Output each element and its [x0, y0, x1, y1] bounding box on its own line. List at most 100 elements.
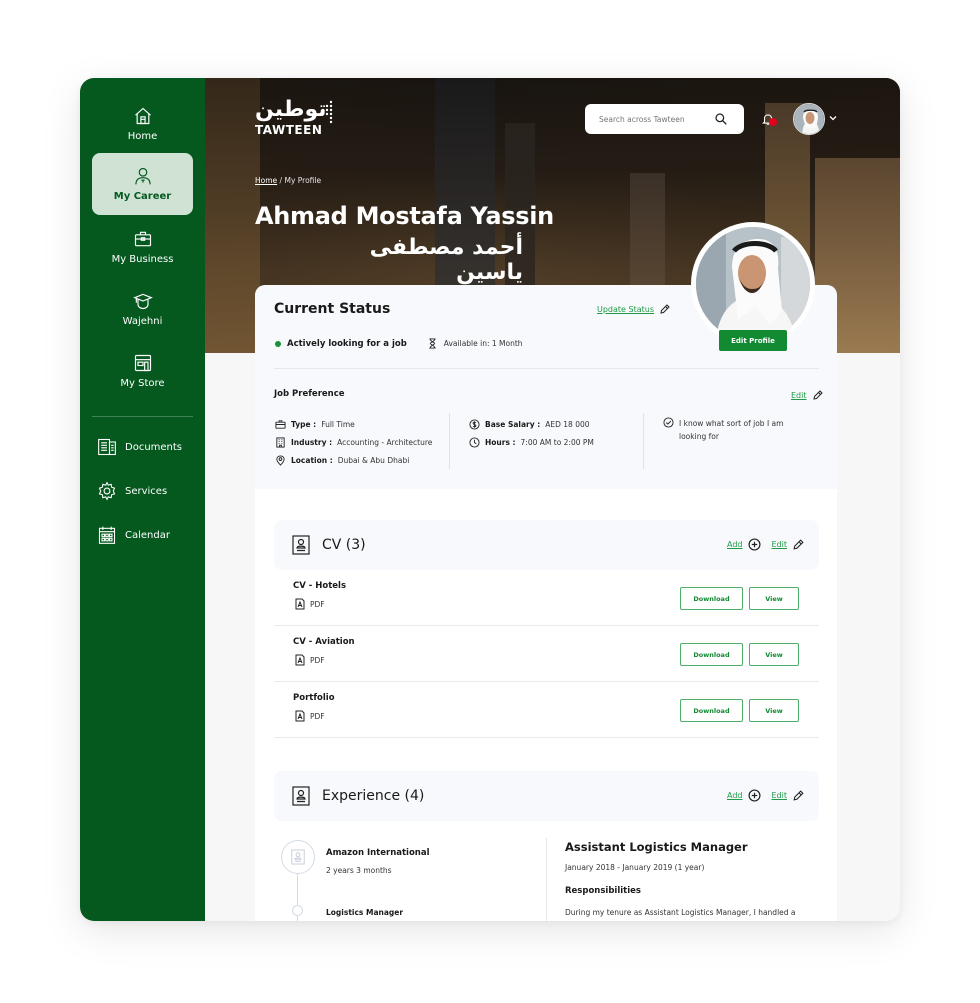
breadcrumb: Home / My Profile — [255, 176, 321, 185]
sidebar-item-label: Services — [125, 485, 168, 497]
industry-value: Accounting - Architecture — [337, 437, 433, 447]
cv-document-icon — [292, 535, 310, 555]
salary-row: Base Salary : AED 18 000 — [469, 415, 594, 433]
sidebar-item-label: My Career — [113, 191, 172, 202]
pencil-icon[interactable] — [812, 389, 824, 401]
edit-profile-button[interactable]: Edit Profile — [719, 330, 787, 351]
update-status-link[interactable]: Update Status — [597, 305, 654, 314]
logo-english: TAWTEEN — [255, 123, 323, 137]
tawteen-logo[interactable]: توطين TAWTEEN — [255, 97, 333, 137]
logo-arabic: توطين — [255, 97, 327, 122]
briefcase-icon — [275, 419, 286, 429]
search-input[interactable] — [599, 114, 714, 124]
chevron-down-icon[interactable] — [828, 113, 838, 123]
search-icon[interactable] — [714, 112, 728, 126]
user-avatar[interactable] — [793, 103, 825, 135]
pencil-icon[interactable] — [792, 789, 805, 802]
download-button[interactable]: Download — [680, 587, 743, 610]
knows-job-row: I know what sort of job I am looking for — [663, 417, 803, 443]
type-label: Type : — [291, 419, 317, 429]
breadcrumb-separator: / — [279, 176, 283, 185]
sidebar-item-label: Calendar — [125, 529, 170, 541]
avatar-photo — [794, 104, 824, 134]
profile-photo-image — [696, 227, 810, 341]
location-value: Dubai & Abu Dhabi — [337, 455, 410, 465]
store-icon — [134, 354, 151, 372]
plus-circle-icon[interactable] — [747, 538, 761, 551]
home-icon — [134, 107, 151, 125]
documents-icon — [98, 438, 116, 456]
sidebar-item-services[interactable]: Services — [97, 480, 167, 502]
salary-value: AED 18 000 — [545, 419, 590, 429]
sidebar-item-label: Home — [127, 131, 158, 142]
cv-file-type: PDF — [295, 654, 325, 666]
sidebar-item-calendar[interactable]: Calendar — [97, 524, 170, 546]
notification-button[interactable] — [761, 111, 777, 127]
job-preference-edit-link[interactable]: Edit — [791, 391, 807, 400]
cv-add-link[interactable]: Add — [727, 540, 743, 549]
hours-value: 7:00 AM to 2:00 PM — [520, 437, 594, 447]
graduation-cap-icon — [132, 293, 153, 310]
cv-list-item: Portfolio PDF Download View — [274, 682, 819, 738]
job-preference-column-1: Type : Full Time Industry : Accounting -… — [275, 415, 432, 469]
cv-file-type-label: PDF — [310, 599, 325, 609]
sidebar-item-label: Wajehni — [122, 316, 163, 327]
sidebar-item-home[interactable]: Home — [92, 93, 193, 155]
cv-name: CV - Hotels — [293, 581, 347, 591]
experience-edit-link[interactable]: Edit — [772, 791, 788, 800]
cv-file-type: PDF — [295, 598, 325, 610]
sidebar-item-label: My Business — [111, 254, 174, 265]
cv-list-item: CV - Aviation PDF Download View — [274, 626, 819, 682]
search-bar[interactable] — [585, 104, 744, 134]
industry-row: Industry : Accounting - Architecture — [275, 433, 432, 451]
type-value: Full Time — [321, 419, 355, 429]
breadcrumb-home-link[interactable]: Home — [255, 176, 277, 185]
type-row: Type : Full Time — [275, 415, 432, 433]
sidebar-item-my-career[interactable]: My Career — [92, 153, 193, 215]
pdf-icon — [295, 598, 305, 610]
status-row: Actively looking for a job Available in:… — [275, 338, 523, 349]
location-label: Location : — [291, 455, 333, 465]
hours-label: Hours : — [485, 437, 516, 447]
cv-name: CV - Aviation — [293, 637, 355, 647]
download-button[interactable]: Download — [680, 699, 743, 722]
sidebar-item-documents[interactable]: Documents — [97, 436, 182, 458]
dollar-icon — [469, 418, 480, 430]
plus-circle-icon[interactable] — [747, 789, 761, 802]
clock-icon — [469, 436, 480, 448]
cv-name: Portfolio — [293, 693, 335, 703]
view-button[interactable]: View — [749, 699, 799, 722]
view-button[interactable]: View — [749, 587, 799, 610]
cv-edit-link[interactable]: Edit — [772, 540, 788, 549]
divider — [274, 368, 819, 369]
experience-section-header: Experience (4) Add Edit — [274, 771, 819, 821]
profile-name-arabic: أحمد مصطفى ياسين — [369, 235, 523, 285]
sidebar-item-wajehni[interactable]: Wajehni — [92, 278, 193, 340]
column-divider — [643, 413, 644, 469]
download-button[interactable]: Download — [680, 643, 743, 666]
sidebar-item-label: My Store — [120, 378, 165, 389]
status-text: Actively looking for a job — [287, 338, 407, 349]
cv-file-type: PDF — [295, 710, 325, 722]
profile-name-english: Ahmad Mostafa Yassin — [255, 202, 554, 230]
skyline-building — [205, 78, 260, 353]
sidebar-item-my-store[interactable]: My Store — [92, 340, 193, 402]
pdf-icon — [295, 654, 305, 666]
pencil-icon[interactable] — [659, 303, 671, 315]
sidebar-item-my-business[interactable]: My Business — [92, 216, 193, 278]
view-button[interactable]: View — [749, 643, 799, 666]
notification-badge — [769, 118, 777, 126]
update-status-action[interactable]: Update Status — [597, 303, 671, 315]
experience-add-link[interactable]: Add — [727, 791, 743, 800]
pencil-icon[interactable] — [792, 538, 805, 551]
briefcase-icon — [134, 231, 151, 247]
job-preference-edit-action[interactable]: Edit — [791, 389, 824, 401]
building-icon — [276, 436, 285, 448]
availability-text: Available in: 1 Month — [443, 339, 523, 348]
gear-icon — [98, 481, 116, 501]
industry-label: Industry : — [291, 437, 333, 447]
breadcrumb-current: My Profile — [284, 176, 322, 185]
knows-job-text: I know what sort of job I am looking for — [679, 419, 784, 441]
job-preference-column-2: Base Salary : AED 18 000 Hours : 7:00 AM… — [469, 415, 594, 451]
calendar-icon — [98, 526, 116, 544]
